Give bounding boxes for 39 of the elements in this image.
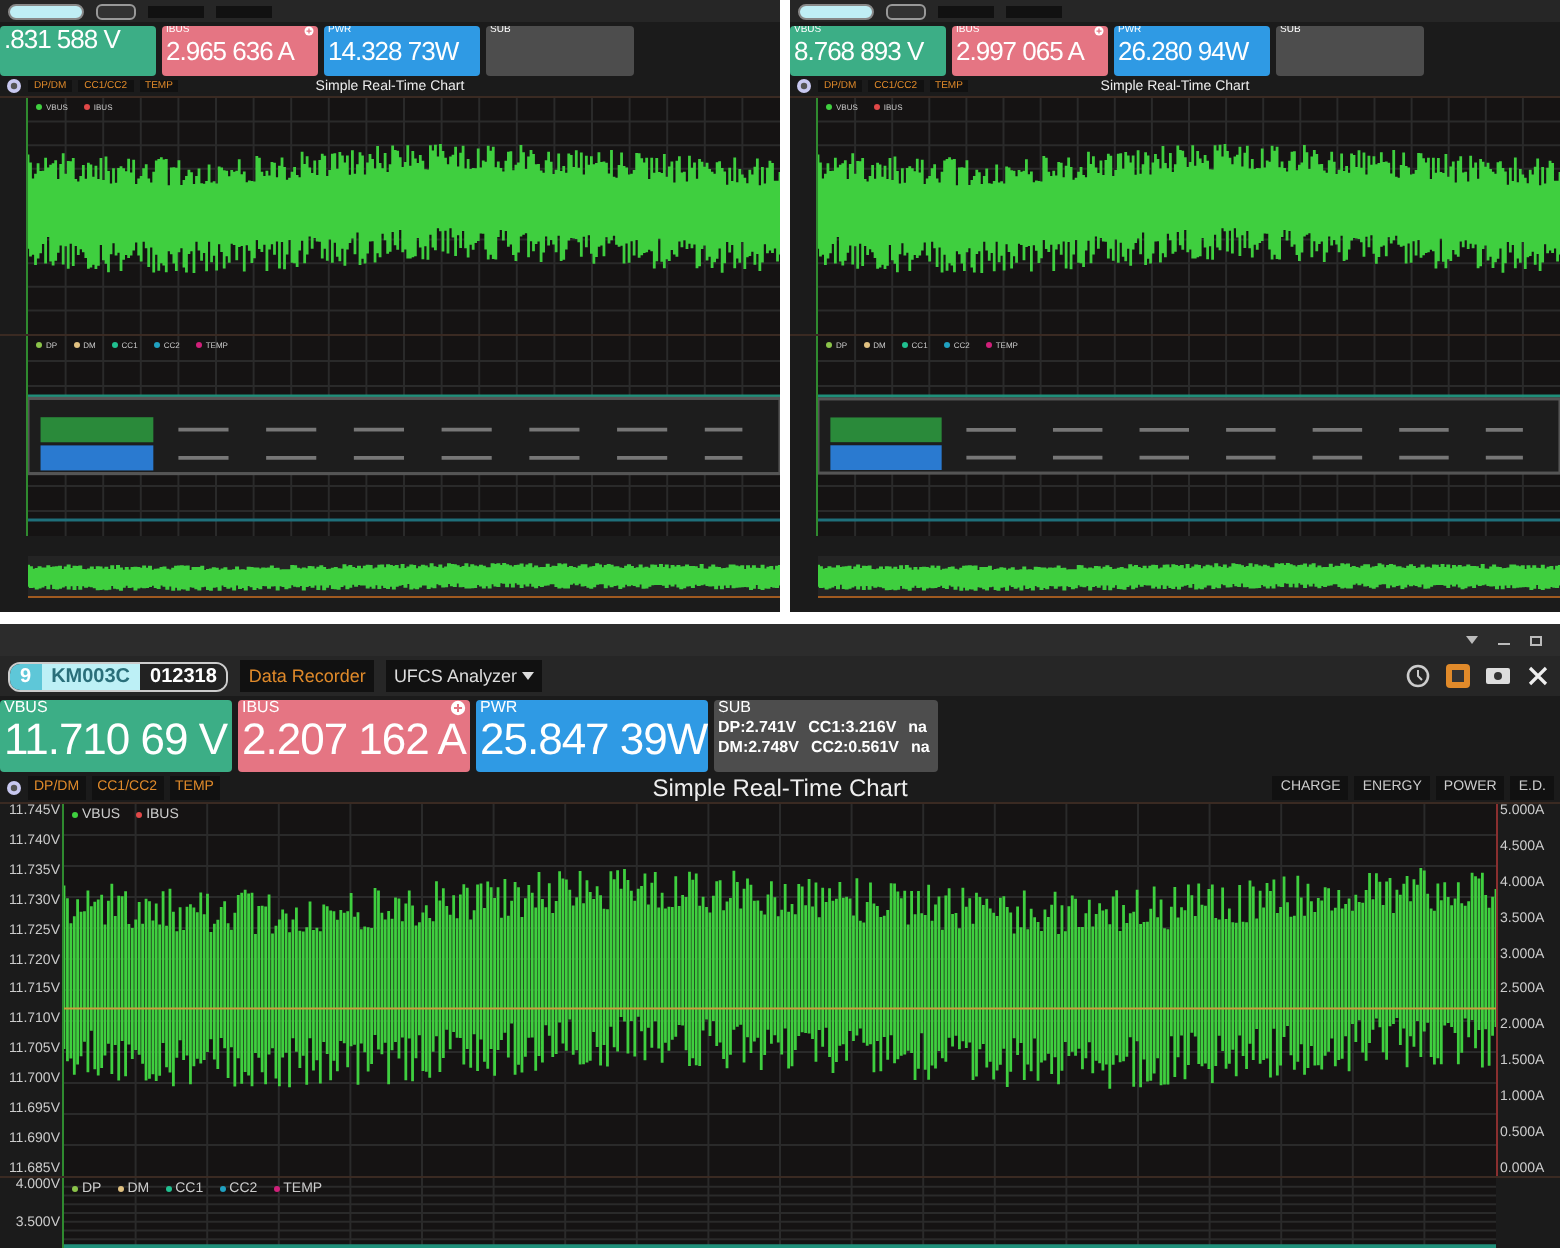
caret-icon[interactable] <box>1464 632 1480 648</box>
readout-value: 11.710 69 V <box>4 717 228 762</box>
readout-value: 8.768 893 V <box>794 37 924 63</box>
sub-reading: DM:2.748V <box>718 737 799 758</box>
circle-icon[interactable] <box>796 78 812 94</box>
readout-value: 25.847 39W <box>480 717 708 762</box>
readout-value: 26.280 94W <box>1118 37 1249 63</box>
close-icon[interactable] <box>1524 662 1552 690</box>
readout-value: 14.328 73W <box>328 37 459 63</box>
device-selector[interactable]: 9 KM003C 012318 <box>8 661 229 691</box>
serial-badge <box>96 3 136 19</box>
device-selector[interactable] <box>798 3 874 19</box>
device-selector[interactable] <box>8 3 84 19</box>
plus-icon[interactable] <box>304 26 314 37</box>
sub-reading: CC2:0.561V <box>810 737 899 758</box>
circle-icon[interactable] <box>6 78 22 94</box>
recorder-tab[interactable]: Data Recorder <box>240 660 374 692</box>
readout-label: SUB <box>718 700 751 718</box>
readout-label: VBUS <box>4 700 48 718</box>
sub-reading: na <box>908 717 928 738</box>
sub-reading: na <box>911 737 930 758</box>
camera-icon[interactable] <box>1484 662 1512 690</box>
sub-reading: DP:2.741V <box>718 717 797 738</box>
readout-label: IBUS <box>242 700 280 718</box>
serial-badge <box>886 3 926 19</box>
sub-reading: CC1:3.216V <box>808 717 897 738</box>
readout-value: .831 588 V <box>4 26 120 52</box>
chart-title: Simple Real-Time Chart <box>652 773 908 801</box>
readout-value: 2.997 065 A <box>956 37 1084 63</box>
plus-icon[interactable] <box>1094 26 1104 37</box>
circle-icon[interactable] <box>6 779 22 795</box>
restore-icon[interactable] <box>1528 632 1544 648</box>
plus-icon[interactable] <box>450 700 466 717</box>
record-icon[interactable] <box>1444 662 1472 690</box>
readout-label: PWR <box>480 700 518 718</box>
readout-value: 2.965 636 A <box>166 37 294 63</box>
readout-value: 2.207 162 A <box>242 717 466 762</box>
caret-icon <box>522 672 535 680</box>
analyzer-dropdown[interactable]: UFCS Analyzer <box>385 660 543 692</box>
